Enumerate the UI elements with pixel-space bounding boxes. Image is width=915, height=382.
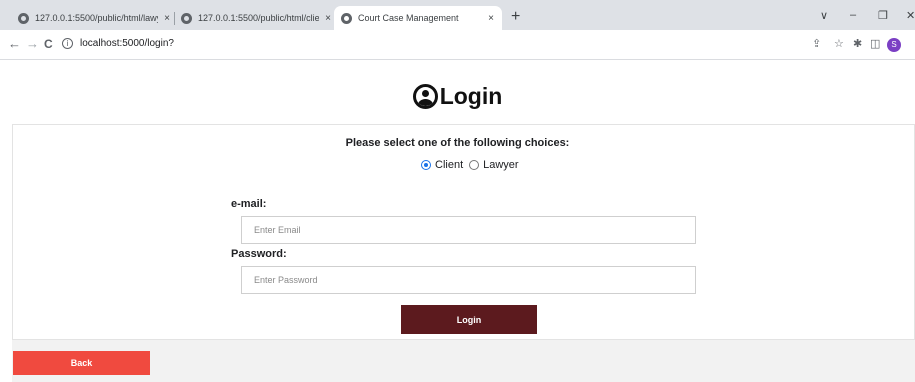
password-label: Password:: [231, 248, 287, 260]
user-circle-icon: [412, 84, 438, 109]
lawyer-radio[interactable]: [469, 160, 480, 170]
role-prompt: Please select one of the following choic…: [345, 137, 570, 149]
browser-toolbar: ← → C i localhost:5000/login? ⇪ ☆ ✱ ◫ S: [0, 30, 915, 60]
client-radio-label[interactable]: Client: [435, 159, 463, 171]
minimize-icon[interactable]: –: [850, 9, 856, 21]
globe-icon: [341, 12, 352, 24]
bookmark-star-icon[interactable]: ☆: [834, 38, 844, 50]
tab-title: Court Case Management: [358, 13, 459, 23]
new-tab-button[interactable]: +: [511, 9, 520, 25]
lawyer-radio-label[interactable]: Lawyer: [483, 159, 518, 171]
side-panel-icon[interactable]: ◫: [870, 38, 880, 50]
login-button[interactable]: Login: [401, 305, 537, 334]
browser-tab-client[interactable]: 127.0.0.1:5500/public/html/clien ×: [181, 6, 331, 30]
forward-arrow-icon[interactable]: →: [26, 37, 39, 51]
role-radio-group: Client Lawyer: [421, 159, 525, 171]
close-tab-icon[interactable]: ×: [164, 13, 170, 24]
page-title-text: Login: [439, 83, 503, 109]
tab-separator: [174, 12, 175, 25]
back-arrow-icon[interactable]: ←: [8, 37, 21, 51]
page-title: Login: [0, 83, 915, 110]
browser-tab-lawyer[interactable]: 127.0.0.1:5500/public/html/lawy ×: [18, 6, 170, 30]
reload-icon[interactable]: C: [44, 37, 53, 51]
maximize-icon[interactable]: ❐: [878, 9, 888, 22]
password-field[interactable]: [241, 266, 696, 294]
tab-search-dropdown-icon[interactable]: ∨: [820, 9, 828, 22]
address-bar[interactable]: localhost:5000/login?: [80, 38, 174, 49]
extensions-icon[interactable]: ✱: [853, 38, 862, 50]
site-info-icon[interactable]: i: [62, 38, 73, 49]
browser-tab-court-case-management[interactable]: Court Case Management ×: [334, 6, 502, 30]
profile-avatar[interactable]: S: [887, 38, 901, 52]
tab-title: 127.0.0.1:5500/public/html/lawy: [35, 13, 159, 23]
close-tab-icon[interactable]: ×: [488, 13, 494, 24]
globe-icon: [181, 12, 192, 24]
globe-icon: [18, 12, 29, 24]
share-icon[interactable]: ⇪: [812, 38, 821, 50]
close-tab-icon[interactable]: ×: [325, 13, 331, 24]
close-window-icon[interactable]: ✕: [906, 9, 915, 22]
email-label: e-mail:: [231, 198, 267, 210]
client-radio[interactable]: [421, 160, 431, 170]
tab-title: 127.0.0.1:5500/public/html/clien: [198, 13, 320, 23]
email-field[interactable]: [241, 216, 696, 244]
browser-tab-bar: 127.0.0.1:5500/public/html/lawy × 127.0.…: [0, 0, 915, 30]
back-button[interactable]: Back: [13, 351, 150, 375]
